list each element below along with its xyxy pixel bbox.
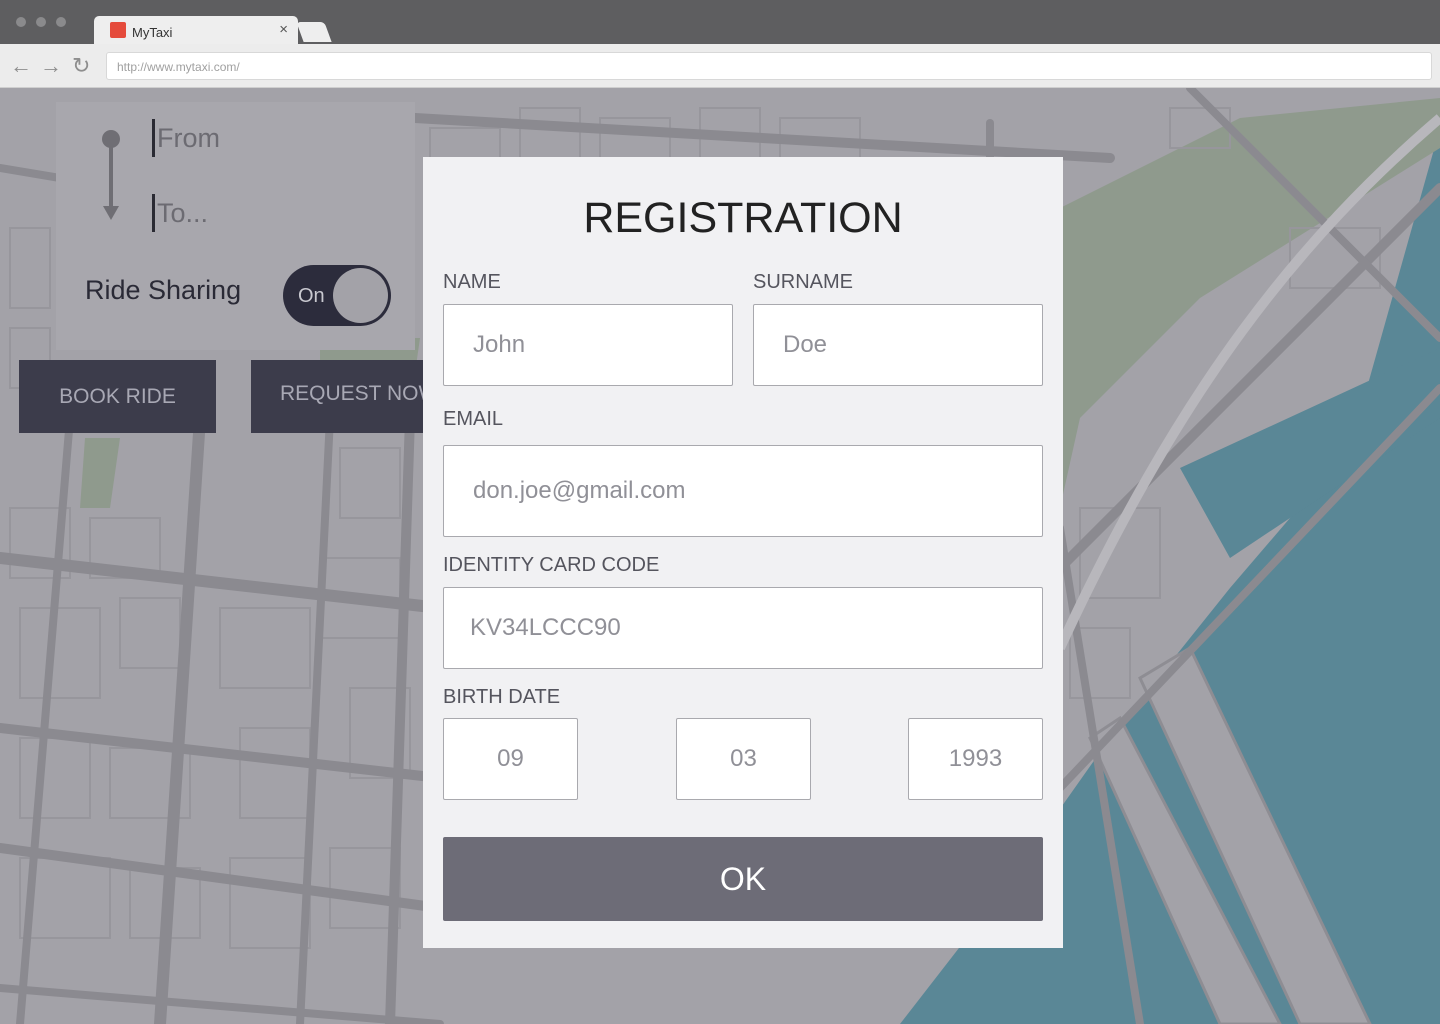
identity-card-input[interactable] [443, 587, 1043, 669]
route-connector-line [109, 146, 113, 208]
book-ride-button[interactable]: BOOK RIDE [19, 360, 216, 433]
toggle-knob [333, 268, 388, 323]
birth-date-label: BIRTH DATE [443, 686, 561, 708]
modal-title: REGISTRATION [583, 194, 903, 242]
ride-sharing-label: Ride Sharing [85, 275, 242, 305]
email-input[interactable] [443, 445, 1043, 537]
browser-titlebar: MyTaxi × [0, 0, 1440, 44]
tab-close-icon[interactable]: × [279, 21, 288, 38]
registration-modal: REGISTRATION NAME SURNAME EMAIL IDENTITY… [423, 157, 1063, 948]
birth-month-input[interactable] [676, 718, 811, 800]
request-now-button[interactable]: REQUEST NOW [251, 360, 441, 433]
forward-arrow-icon[interactable]: → [40, 52, 62, 80]
ok-button[interactable]: OK [443, 837, 1043, 921]
address-bar[interactable]: http://www.mytaxi.com/ [106, 52, 1432, 80]
back-arrow-icon[interactable]: ← [10, 52, 32, 80]
email-label: EMAIL [443, 408, 504, 430]
birth-year-input[interactable] [908, 718, 1043, 800]
window-minimize-dot[interactable] [36, 17, 46, 27]
new-tab-button[interactable] [296, 22, 332, 42]
identity-card-label: IDENTITY CARD CODE [443, 554, 660, 576]
browser-tab[interactable]: MyTaxi × [94, 16, 298, 44]
toggle-state-text: On [298, 285, 325, 307]
ride-sharing-toggle[interactable]: On [283, 265, 391, 326]
surname-input[interactable] [753, 304, 1043, 386]
window-maximize-dot[interactable] [56, 17, 66, 27]
name-input[interactable] [443, 304, 733, 386]
name-label: NAME [443, 271, 501, 293]
tab-title: MyTaxi [132, 25, 173, 40]
browser-toolbar: ← → ↻ http://www.mytaxi.com/ [0, 44, 1440, 88]
birth-day-input[interactable] [443, 718, 578, 800]
reload-icon[interactable]: ↻ [72, 52, 90, 80]
favicon-icon [110, 22, 126, 38]
surname-label: SURNAME [753, 271, 854, 293]
address-url: http://www.mytaxi.com/ [117, 60, 240, 74]
to-input[interactable]: To... [152, 194, 382, 232]
window-close-dot[interactable] [16, 17, 26, 27]
destination-arrow-icon [103, 206, 119, 220]
from-input[interactable]: From [152, 119, 382, 157]
